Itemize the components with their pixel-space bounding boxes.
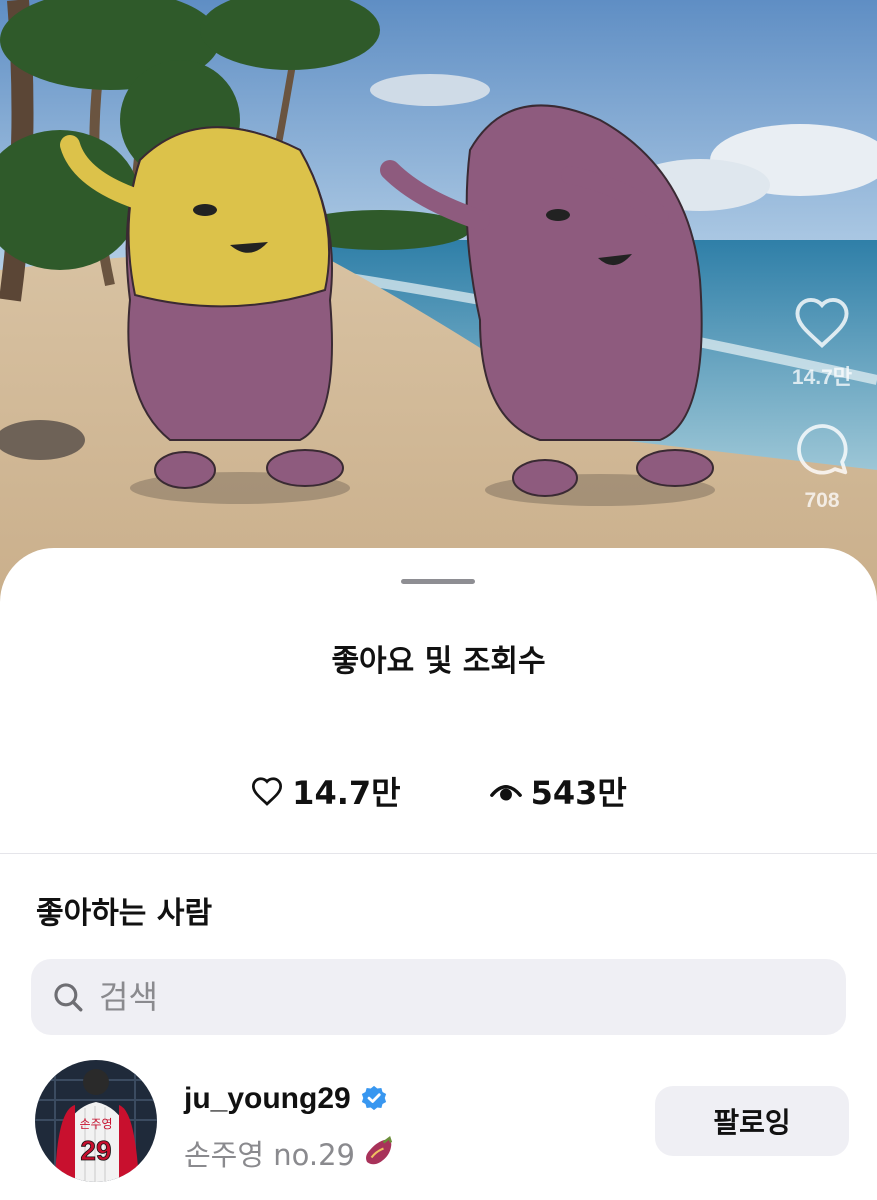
avatar-image: 손주영 29: [35, 1060, 157, 1182]
likes-count: 14.7만: [292, 774, 401, 812]
likers-section-title: 좋아하는 사람: [36, 896, 213, 931]
sheet-drag-handle[interactable]: [401, 579, 475, 584]
heart-icon: [795, 297, 849, 348]
user-bio: 손주영 no.29: [184, 1132, 397, 1174]
username-row[interactable]: ju_young29: [184, 1082, 389, 1116]
video-comment-button[interactable]: 708: [767, 421, 877, 513]
search-bar[interactable]: [31, 959, 846, 1035]
username[interactable]: ju_young29: [184, 1082, 351, 1116]
sweet-potato-icon: [366, 1136, 393, 1165]
sheet-title: 좋아요 및 조회수: [331, 644, 546, 679]
divider: [0, 853, 877, 854]
stats-row: 14.7만 543만: [0, 768, 877, 814]
video-comment-count: 708: [804, 489, 840, 512]
jersey-name: 손주영: [79, 1117, 112, 1131]
video-action-rail: 14.7만 708: [767, 295, 877, 513]
search-icon: [54, 983, 83, 1012]
following-button[interactable]: 팔로잉: [655, 1086, 849, 1156]
verified-badge-icon: [361, 1085, 386, 1111]
eye-icon: [489, 785, 522, 801]
likes-views-sheet: 좋아요 및 조회수 14.7만 543만 좋아하는 사람 검색 손주영 29 j…: [0, 548, 877, 1200]
list-item[interactable]: 손주영 29 ju_young29 손주영 no.29 팔로잉: [0, 1060, 877, 1186]
video-like-count: 14.7만: [791, 366, 853, 389]
avatar[interactable]: 손주영 29: [35, 1060, 157, 1182]
views-stat: 543만: [489, 768, 627, 814]
video-background: [0, 0, 877, 620]
search-input[interactable]: [97, 977, 801, 1017]
jersey-number: 29: [80, 1135, 111, 1166]
likes-stat: 14.7만: [250, 768, 401, 814]
heart-icon: [252, 777, 283, 806]
user-bio-text: 손주영 no.29: [184, 1138, 355, 1172]
video-like-button[interactable]: 14.7만: [767, 295, 877, 391]
beach-scene-image: [0, 0, 877, 620]
views-count: 543만: [530, 774, 627, 812]
comment-icon: [797, 424, 848, 475]
